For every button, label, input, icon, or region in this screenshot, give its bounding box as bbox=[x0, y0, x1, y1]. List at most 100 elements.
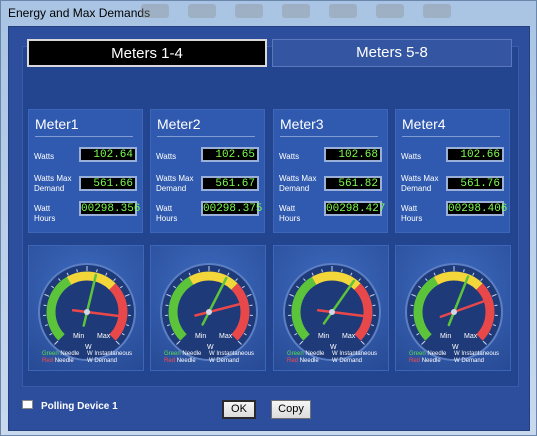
legend-instantaneous: W Instantaneous bbox=[209, 351, 255, 357]
gauge-legend: Green Needle Red Needle W Instantaneous W D… bbox=[164, 351, 254, 365]
legend-red-word: Red bbox=[287, 358, 299, 364]
max-label: Max bbox=[97, 333, 111, 340]
min-label: Min bbox=[318, 333, 329, 340]
gauge-tick bbox=[96, 269, 98, 273]
legend-green-word: Green bbox=[164, 351, 181, 357]
gauge-panel-3: Min Max W Green Needle Red Needle W Instantan… bbox=[273, 245, 389, 371]
legend-demand: W Demand bbox=[332, 358, 363, 364]
unit-label: W bbox=[85, 344, 92, 351]
watt-label: Watt bbox=[279, 204, 296, 213]
watts-max-label: Watts Max bbox=[279, 174, 317, 183]
legend-demand: W Demand bbox=[454, 358, 485, 364]
watts-max-label: Watts Max bbox=[401, 174, 439, 183]
watts-max-label: Watts Max bbox=[34, 174, 72, 183]
copy-button[interactable]: Copy bbox=[271, 400, 311, 419]
demand-label: Demand bbox=[156, 184, 187, 193]
watts-label: Watts bbox=[156, 152, 177, 161]
legend-red-word: Red bbox=[164, 358, 176, 364]
watt-label: Watt bbox=[401, 204, 418, 213]
background-toolbar-strip bbox=[141, 4, 471, 21]
legend-demand: W Demand bbox=[87, 358, 118, 364]
meter-title: Meter2 bbox=[157, 116, 201, 132]
max-demand-readout: 561.67 bbox=[201, 176, 259, 191]
demand-label: Demand bbox=[401, 184, 432, 193]
meter-panel-3: Meter3 Watts 102.68 Watts Max Demand 561.82 Wa… bbox=[273, 109, 388, 233]
unit-label: W bbox=[330, 344, 337, 351]
meter-title: Meter3 bbox=[280, 116, 324, 132]
title-bar: Energy and Max Demands bbox=[1, 1, 536, 25]
window-title: Energy and Max Demands bbox=[8, 6, 151, 20]
legend-red-word: Red bbox=[409, 358, 421, 364]
gauge-legend: Green Needle Red Needle W Instantaneous W D… bbox=[409, 351, 499, 365]
hours-label: Hours bbox=[156, 214, 178, 223]
meter-panel-2: Meter2 Watts 102.65 Watts Max Demand 561.67 Wa… bbox=[150, 109, 265, 233]
legend-green-word: Green bbox=[42, 351, 59, 357]
min-label: Min bbox=[440, 333, 451, 340]
polling-label: Polling Device 1 bbox=[41, 401, 118, 412]
divider bbox=[402, 136, 500, 137]
gauge-legend: Green Needle Red Needle W Instantaneous W D… bbox=[287, 351, 377, 365]
legend-needle-word: Needle bbox=[182, 351, 202, 357]
legend-instantaneous: W Instantaneous bbox=[332, 351, 378, 357]
gauge-legend: Green Needle Red Needle W Instantaneous W D… bbox=[42, 351, 132, 365]
legend-instantaneous: W Instantaneous bbox=[87, 351, 133, 357]
gauge-tick bbox=[218, 269, 220, 273]
gauge-hub bbox=[206, 309, 212, 315]
demand-label: Demand bbox=[34, 184, 65, 193]
watts-readout: 102.66 bbox=[446, 147, 504, 162]
polling-checkbox[interactable] bbox=[22, 400, 33, 409]
legend-needle-word: Needle bbox=[421, 358, 441, 364]
max-label: Max bbox=[219, 333, 233, 340]
divider bbox=[35, 136, 133, 137]
divider bbox=[157, 136, 255, 137]
gauge-hub bbox=[451, 309, 457, 315]
max-demand-readout: 561.66 bbox=[79, 176, 137, 191]
max-demand-readout: 561.76 bbox=[446, 176, 504, 191]
legend-needle-word: Needle bbox=[427, 351, 447, 357]
watts-label: Watts bbox=[279, 152, 300, 161]
gauge-panel-4: Min Max W Green Needle Red Needle W Instantan… bbox=[395, 245, 511, 371]
gauge-panel-1: Min Max W Green Needle Red Needle W Instantan… bbox=[28, 245, 144, 371]
meter-panel-1: Meter1 Watts 102.64 Watts Max Demand 561.66 Wa… bbox=[28, 109, 143, 233]
gauge-tick bbox=[198, 269, 200, 273]
meter-title: Meter1 bbox=[35, 116, 79, 132]
watt-label: Watt bbox=[34, 204, 51, 213]
min-label: Min bbox=[73, 333, 84, 340]
tab-meters-1-4[interactable]: Meters 1-4 bbox=[27, 39, 267, 67]
demand-label: Demand bbox=[279, 184, 310, 193]
unit-label: W bbox=[207, 344, 214, 351]
gauge-tick bbox=[463, 269, 465, 273]
watt-hours-readout: 00298.427 bbox=[324, 201, 386, 216]
gauge-tick bbox=[321, 269, 323, 273]
legend-green-word: Green bbox=[409, 351, 426, 357]
gauge-panel-2: Min Max W Green Needle Red Needle W Instantan… bbox=[150, 245, 266, 371]
unit-label: W bbox=[452, 344, 459, 351]
meter-panel-4: Meter4 Watts 102.66 Watts Max Demand 561.76 Wa… bbox=[395, 109, 510, 233]
watt-hours-readout: 00298.375 bbox=[201, 201, 263, 216]
gauge-tick bbox=[443, 269, 445, 273]
hours-label: Hours bbox=[279, 214, 301, 223]
watt-hours-readout: 00298.356 bbox=[79, 201, 141, 216]
watt-label: Watt bbox=[156, 204, 173, 213]
watts-readout: 102.65 bbox=[201, 147, 259, 162]
legend-green-word: Green bbox=[287, 351, 304, 357]
legend-red-word: Red bbox=[42, 358, 54, 364]
hours-label: Hours bbox=[401, 214, 423, 223]
watts-max-label: Watts Max bbox=[156, 174, 194, 183]
hours-label: Hours bbox=[34, 214, 56, 223]
gauge-hub bbox=[329, 309, 335, 315]
ok-button[interactable]: OK bbox=[222, 400, 256, 419]
legend-needle-word: Needle bbox=[60, 351, 80, 357]
gauge-hub bbox=[84, 309, 90, 315]
tab-meters-5-8[interactable]: Meters 5-8 bbox=[272, 39, 512, 67]
energy-window: Energy and Max Demands Meters 1-4 Meters… bbox=[0, 0, 537, 436]
legend-needle-word: Needle bbox=[54, 358, 74, 364]
gauge-tick bbox=[341, 269, 343, 273]
watts-readout: 102.68 bbox=[324, 147, 382, 162]
gauge-tick bbox=[76, 269, 78, 273]
legend-instantaneous: W Instantaneous bbox=[454, 351, 500, 357]
watt-hours-readout: 00298.406 bbox=[446, 201, 508, 216]
max-label: Max bbox=[342, 333, 356, 340]
divider bbox=[280, 136, 378, 137]
min-label: Min bbox=[195, 333, 206, 340]
